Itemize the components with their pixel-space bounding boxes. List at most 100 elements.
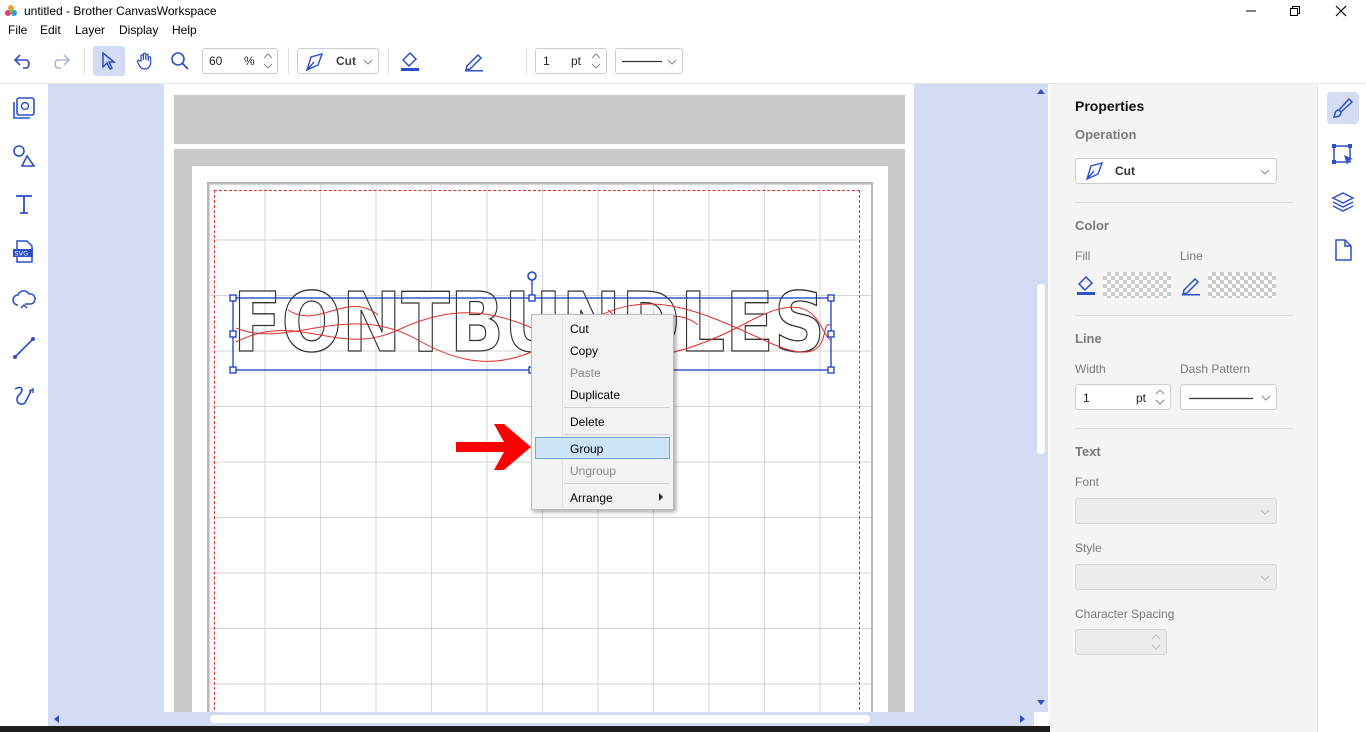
line-tool-button[interactable] <box>10 334 38 362</box>
chevron-down-icon <box>1261 395 1271 401</box>
undo-icon <box>13 54 30 69</box>
dash-pattern-dropdown[interactable] <box>615 48 683 74</box>
layers-tab[interactable] <box>1327 186 1359 218</box>
menu-separator <box>564 407 670 408</box>
resize-handle[interactable] <box>229 330 237 338</box>
menu-layer[interactable]: Layer <box>75 23 105 37</box>
chevron-down-icon <box>363 59 373 65</box>
close-icon <box>1335 5 1347 17</box>
horizontal-scrollbar[interactable] <box>48 712 1034 726</box>
operation-value: Cut <box>336 54 356 68</box>
resize-handle[interactable] <box>827 294 835 302</box>
menu-item-duplicate[interactable]: Duplicate <box>535 384 670 405</box>
line-width-field-unit: pt <box>1136 391 1147 405</box>
title-bar: untitled - Brother CanvasWorkspace <box>0 0 1366 22</box>
operation-label: Operation <box>1075 127 1137 142</box>
resize-handle[interactable] <box>827 330 835 338</box>
context-menu: Cut Copy Paste Duplicate Delete Group Un… <box>531 314 674 510</box>
menu-item-group[interactable]: Group <box>535 437 670 459</box>
page-tab[interactable] <box>1327 234 1359 266</box>
freehand-curve-icon <box>14 386 34 405</box>
pan-tool-button[interactable] <box>131 46 159 76</box>
text-tool-button[interactable] <box>10 190 38 218</box>
freehand-tool-button[interactable] <box>10 382 38 410</box>
pattern-library-button[interactable] <box>10 94 38 122</box>
image-trace-button[interactable] <box>10 286 38 314</box>
restore-icon <box>1290 6 1300 16</box>
fill-color-button[interactable] <box>1075 274 1097 296</box>
resize-handle[interactable] <box>229 366 237 374</box>
undo-button[interactable] <box>10 46 38 76</box>
resize-handle[interactable] <box>229 294 237 302</box>
pattern-library-icon <box>13 97 35 119</box>
previous-page-area <box>174 95 905 144</box>
line-width-field-value: 1 <box>1083 391 1090 405</box>
spin-arrows-icon[interactable] <box>1150 632 1162 652</box>
menu-display[interactable]: Display <box>119 23 158 37</box>
dash-pattern-select[interactable] <box>1180 384 1277 410</box>
paint-bucket-icon <box>401 51 419 71</box>
resize-handle[interactable] <box>528 294 536 302</box>
operation-select[interactable]: Cut <box>1075 158 1277 184</box>
transform-tab[interactable] <box>1327 139 1359 171</box>
font-select[interactable] <box>1075 498 1277 524</box>
scroll-up-icon[interactable] <box>1037 88 1045 94</box>
menu-separator <box>564 434 670 435</box>
resize-handle[interactable] <box>827 366 835 374</box>
spin-arrows-icon[interactable] <box>1154 387 1166 407</box>
close-window-button[interactable] <box>1318 0 1364 22</box>
spin-arrows-icon[interactable] <box>590 51 602 71</box>
svg-import-button[interactable]: SVG <box>10 238 38 266</box>
vertical-scroll-thumb[interactable] <box>1037 284 1045 454</box>
style-label: Style <box>1075 541 1102 555</box>
properties-tab[interactable] <box>1327 92 1359 124</box>
line-color-button[interactable] <box>1180 274 1202 296</box>
pencil-icon <box>1181 277 1200 296</box>
select-tool-button[interactable] <box>93 46 125 76</box>
menu-item-ungroup[interactable]: Ungroup <box>535 460 670 481</box>
layers-icon <box>1331 192 1355 212</box>
operation-dropdown[interactable]: Cut <box>297 48 379 74</box>
text-object[interactable]: FONTBUNDLES <box>232 275 825 371</box>
chevron-down-icon <box>1260 509 1270 515</box>
zoom-tool-button[interactable] <box>166 46 194 76</box>
menu-item-delete[interactable]: Delete <box>535 411 670 432</box>
fill-swatch[interactable] <box>1103 272 1171 298</box>
redo-button[interactable] <box>46 46 74 76</box>
menu-item-copy[interactable]: Copy <box>535 340 670 361</box>
scroll-left-icon[interactable] <box>53 715 59 723</box>
line-swatch[interactable] <box>1208 272 1276 298</box>
character-spacing-field[interactable] <box>1075 629 1167 655</box>
line-width-field[interactable]: 1 pt <box>1075 384 1171 410</box>
horizontal-scroll-thumb[interactable] <box>210 715 870 723</box>
scroll-down-icon[interactable] <box>1037 700 1045 706</box>
brush-icon <box>1332 97 1354 118</box>
vertical-scrollbar[interactable] <box>1034 84 1048 712</box>
menu-item-paste[interactable]: Paste <box>535 362 670 383</box>
line-section-label: Line <box>1075 331 1102 346</box>
menu-file[interactable]: File <box>8 23 27 37</box>
style-select[interactable] <box>1075 564 1277 590</box>
zoom-value: 60 <box>209 54 223 68</box>
line-color-button[interactable] <box>461 46 487 76</box>
minimize-button[interactable] <box>1228 0 1274 22</box>
rotate-handle[interactable] <box>527 271 537 281</box>
spin-arrows-icon[interactable] <box>262 51 274 71</box>
restore-button[interactable] <box>1272 0 1318 22</box>
scroll-right-icon[interactable] <box>1020 715 1026 723</box>
properties-panel: Properties Operation Cut Color Fill Line… <box>1050 84 1317 732</box>
font-label: Font <box>1075 475 1100 489</box>
line-width-unit: pt <box>571 54 582 68</box>
menu-bar: File Edit Layer Display Help <box>0 22 1366 40</box>
pointer-icon <box>102 51 117 71</box>
svg-text:SVG: SVG <box>15 250 29 258</box>
menu-item-arrange[interactable]: Arrange <box>535 487 670 508</box>
fill-color-button[interactable] <box>397 46 423 76</box>
shapes-button[interactable] <box>10 142 38 170</box>
menu-edit[interactable]: Edit <box>40 23 61 37</box>
paint-bucket-icon <box>1077 275 1095 295</box>
menu-help[interactable]: Help <box>172 23 197 37</box>
zoom-input[interactable]: 60 % <box>202 48 278 74</box>
line-width-input[interactable]: 1 pt <box>535 48 607 74</box>
menu-item-cut[interactable]: Cut <box>535 318 670 339</box>
